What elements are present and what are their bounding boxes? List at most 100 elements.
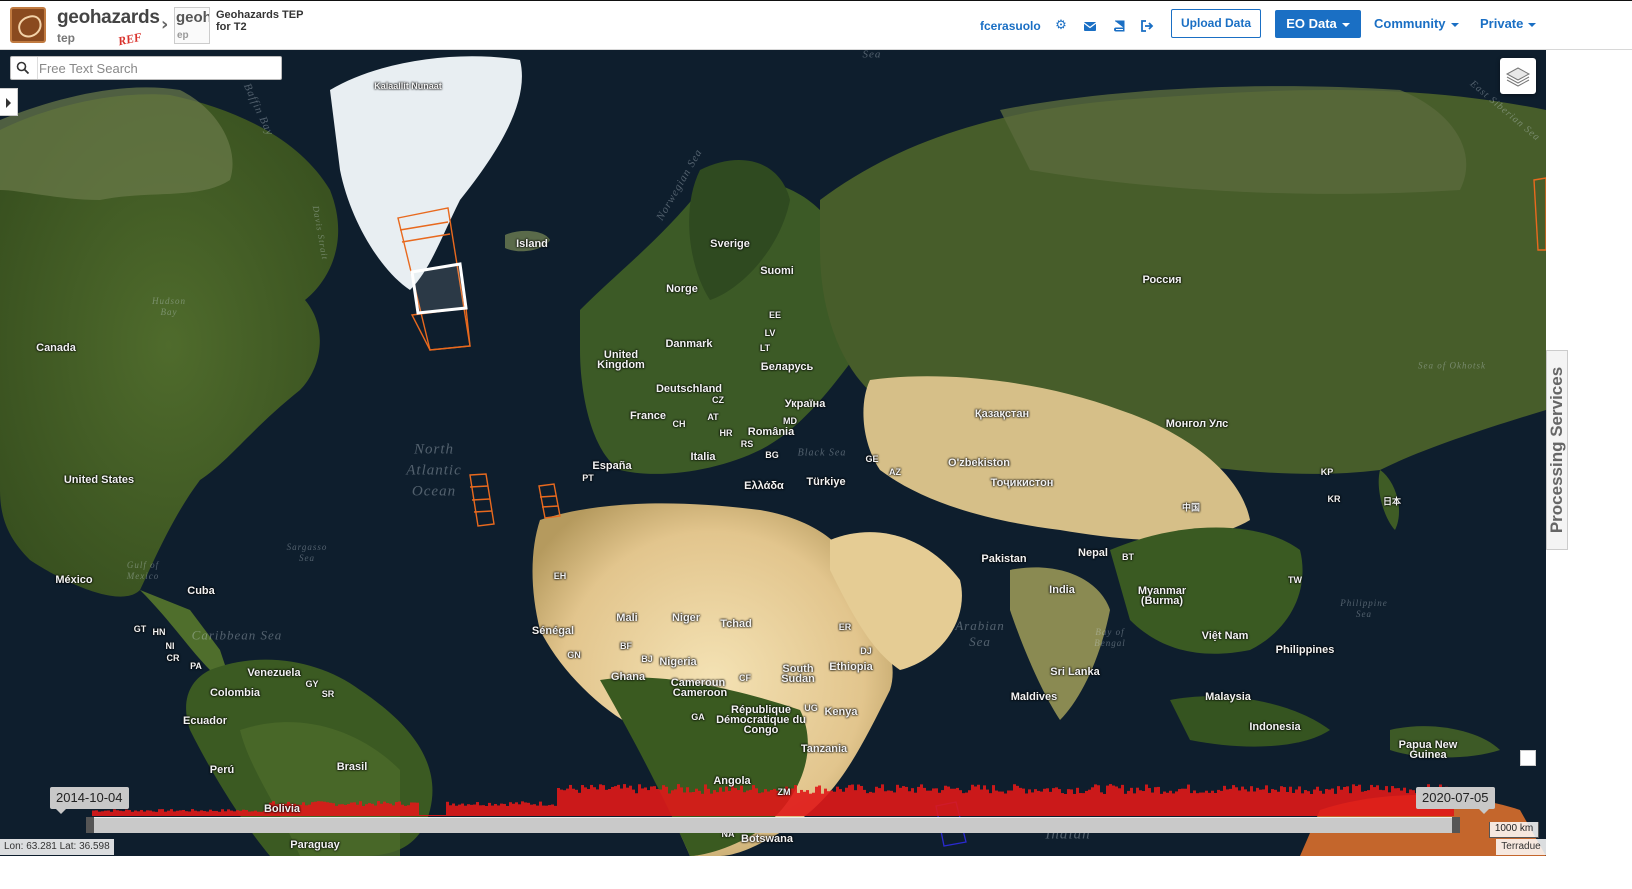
gear-icon[interactable]: ⚙ xyxy=(1054,19,1068,33)
histogram-bar xyxy=(620,788,623,816)
timeline-start-date[interactable]: 2014-10-04 xyxy=(50,787,129,814)
sign-out-icon[interactable] xyxy=(1140,19,1154,33)
private-label: Private xyxy=(1480,16,1524,31)
histogram-bar xyxy=(737,790,740,816)
histogram-bar xyxy=(1340,789,1343,816)
histogram-bar xyxy=(1229,788,1232,816)
histogram-bar xyxy=(764,789,767,816)
histogram-bar xyxy=(824,788,827,816)
label-myanmar: Myanmar (Burma) xyxy=(1137,585,1187,607)
timeline-start-handle[interactable] xyxy=(86,817,94,833)
histogram-bar xyxy=(911,788,914,816)
label-ug: UG xyxy=(804,703,818,713)
label-kr: KR xyxy=(1327,494,1341,504)
label-kalaallit: Kalaallit Nunaat xyxy=(374,81,442,91)
histogram-bar xyxy=(1364,790,1367,816)
histogram-bar xyxy=(1157,786,1160,816)
histogram-bar xyxy=(920,784,923,816)
layers-switcher-button[interactable] xyxy=(1500,58,1536,94)
search-input[interactable] xyxy=(39,57,279,79)
map-canvas[interactable]: Kalaallit Nunaat Island Sverige Suomi No… xyxy=(0,50,1546,856)
histogram-bar xyxy=(1130,787,1133,816)
label-bay-of-bengal: Bay of Bengal xyxy=(1094,627,1126,648)
thematic-app-logo[interactable]: geoha ep xyxy=(174,7,210,44)
label-niger: Niger xyxy=(671,612,701,624)
username-link[interactable]: fcerasuolo xyxy=(980,19,1041,33)
histogram-bar xyxy=(983,785,986,816)
histogram-bar xyxy=(1280,786,1283,816)
histogram-bar xyxy=(1304,790,1307,816)
envelope-icon[interactable] xyxy=(1083,19,1097,33)
histogram-bar xyxy=(167,810,170,816)
histogram-bar xyxy=(1142,791,1145,816)
histogram-bar xyxy=(866,793,869,816)
histogram-bar xyxy=(923,787,926,816)
histogram-bar xyxy=(689,792,692,816)
histogram-bar xyxy=(1334,793,1337,816)
histogram-bar xyxy=(1406,793,1409,816)
book-icon[interactable] xyxy=(1112,19,1126,33)
histogram-bar xyxy=(254,810,257,816)
label-cf: CF xyxy=(739,673,751,683)
histogram-bar xyxy=(356,804,359,816)
processing-services-tab[interactable]: Processing Services xyxy=(1546,350,1568,550)
histogram-bar xyxy=(734,788,737,816)
histogram-bar xyxy=(974,786,977,816)
histogram-bar xyxy=(962,793,965,816)
free-text-search[interactable] xyxy=(10,56,282,80)
histogram-bar xyxy=(1310,793,1313,816)
brand-name[interactable]: geohazards xyxy=(57,7,160,29)
histogram-bar xyxy=(593,787,596,816)
app-title-line2: for T2 xyxy=(216,21,247,33)
timeline-range-track[interactable] xyxy=(90,817,1456,833)
label-france: France xyxy=(629,410,667,422)
histogram-bar xyxy=(377,801,380,816)
histogram-bar xyxy=(500,803,503,816)
histogram-bar xyxy=(170,809,173,816)
histogram-bar xyxy=(686,787,689,816)
histogram-bar xyxy=(1241,786,1244,816)
histogram-bar xyxy=(848,785,851,816)
eo-data-dropdown[interactable]: EO Data xyxy=(1275,10,1361,38)
label-south-sudan: South Sudan xyxy=(781,663,815,685)
community-dropdown[interactable]: Community xyxy=(1374,16,1459,31)
histogram-bar xyxy=(476,802,479,816)
label-botswana: Botswana xyxy=(741,833,793,845)
label-paraguay: Paraguay xyxy=(290,839,340,851)
histogram-bar xyxy=(1400,790,1403,816)
label-island: Island xyxy=(516,238,548,250)
histogram-bar xyxy=(485,805,488,816)
search-icon[interactable] xyxy=(16,61,30,75)
histogram-bar xyxy=(1283,787,1286,816)
geohazards-logo[interactable] xyxy=(10,7,46,43)
histogram-bar xyxy=(1034,789,1037,816)
histogram-bar xyxy=(1346,786,1349,816)
label-cr: CR xyxy=(166,653,180,663)
histogram-bar xyxy=(506,805,509,816)
histogram-bar xyxy=(188,811,191,816)
histogram-bar xyxy=(539,801,542,816)
histogram-bar xyxy=(680,787,683,816)
timeline-end-handle[interactable] xyxy=(1452,817,1460,833)
histogram-bar xyxy=(869,791,872,816)
map-attribution[interactable]: Terradue xyxy=(1496,839,1546,855)
label-ethiopia: Ethiopia xyxy=(829,661,873,673)
label-hn: HN xyxy=(152,627,166,637)
histogram-bar xyxy=(1136,787,1139,816)
histogram-bar xyxy=(314,801,317,816)
histogram-bar xyxy=(941,790,944,816)
histogram-bar xyxy=(584,787,587,816)
histogram-bar xyxy=(716,792,719,816)
histogram-bar xyxy=(698,790,701,816)
label-senegal: Sénégal xyxy=(531,625,575,637)
histogram-bar xyxy=(1412,790,1415,816)
histogram-bar xyxy=(854,790,857,816)
histogram-bar xyxy=(731,784,734,816)
timeline-end-date[interactable]: 2020-07-05 xyxy=(1416,787,1495,814)
label-uk: United Kingdom xyxy=(597,349,645,371)
histogram-bar xyxy=(92,810,95,816)
sidebar-expand-toggle[interactable] xyxy=(0,88,18,116)
upload-data-button[interactable]: Upload Data xyxy=(1171,9,1261,38)
label-dj: DJ xyxy=(860,646,872,656)
private-dropdown[interactable]: Private xyxy=(1480,16,1537,31)
